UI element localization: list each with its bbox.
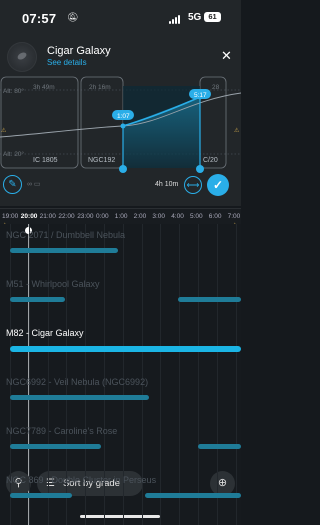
visibility-bar[interactable]	[9, 444, 102, 449]
target-name[interactable]: NGC6992 - Veil Nebula (NGC6992)	[6, 377, 148, 387]
bell-icon: 🔕︎	[67, 12, 79, 22]
start-handle	[119, 165, 127, 173]
hour-label: 22:00	[58, 213, 75, 220]
target-name[interactable]: M51 - Whirlpool Galaxy	[6, 279, 100, 289]
hour-gridline	[235, 224, 237, 525]
hour-label: 7:00	[227, 213, 241, 220]
target-title: Cigar Galaxy	[47, 45, 111, 57]
selected-duration: 4h 10m	[155, 181, 179, 188]
time-axis: 19:00 20:00 21:00 22:00 23:00 0:00 1:00 2:00 3:0…	[0, 208, 241, 225]
svg-text:⚠: ⚠	[234, 127, 240, 134]
visibility-bar[interactable]	[9, 493, 73, 498]
hour-label: 21:00	[39, 213, 56, 220]
network-label: 5G	[188, 12, 202, 23]
target-name[interactable]: NGC 869 - Double Cluster in Perseus	[6, 475, 156, 485]
status-time: 07:57	[22, 11, 57, 26]
svg-text:3h 49m: 3h 49m	[33, 84, 55, 91]
svg-text:1:07: 1:07	[117, 113, 130, 120]
hour-label: 4:00	[171, 213, 184, 220]
hour-gridline	[160, 224, 162, 525]
home-indicator	[80, 515, 160, 518]
svg-text:5:17: 5:17	[194, 92, 207, 99]
close-icon[interactable]: ✕	[221, 49, 232, 62]
svg-text:28: 28	[212, 84, 220, 91]
altitude-chart[interactable]: ⚠ ⚠ 3h 49m 2h 16m 28 Alt: 80° Alt: 20° I…	[0, 76, 241, 176]
galaxy-avatar-icon[interactable]	[7, 42, 37, 72]
hour-gridline	[216, 224, 218, 525]
svg-text:IC 1805: IC 1805	[33, 157, 58, 164]
visibility-bar[interactable]	[9, 346, 241, 352]
hour-label: 0:00	[96, 213, 109, 220]
end-handle	[196, 165, 204, 173]
target-name[interactable]: M82 - Cigar Galaxy	[6, 328, 84, 338]
svg-text:Alt: 20°: Alt: 20°	[3, 150, 24, 158]
hour-label: 1:00	[114, 213, 128, 220]
hour-label: 19:00	[2, 213, 19, 220]
svg-text:Alt: 80°: Alt: 80°	[3, 87, 24, 95]
battery-icon: 61	[204, 12, 221, 22]
visibility-bar[interactable]	[144, 493, 241, 498]
signal-icon	[169, 14, 183, 24]
target-name[interactable]: NGC 2071 / Dumbbell Nebula	[6, 230, 125, 240]
svg-text:C/20: C/20	[203, 157, 218, 164]
visibility-bar[interactable]	[197, 444, 241, 449]
visibility-bar[interactable]	[9, 395, 150, 400]
svg-text:2h 16m: 2h 16m	[89, 84, 111, 91]
see-details-link[interactable]: See details	[47, 58, 87, 67]
hour-label: 5:00	[190, 213, 203, 220]
visibility-bar[interactable]	[178, 297, 241, 302]
edit-icon[interactable]: ✎	[3, 175, 22, 194]
confirm-check-icon[interactable]: ✓	[207, 174, 229, 196]
visibility-bar[interactable]	[9, 297, 66, 302]
svg-text:NGC192: NGC192	[88, 157, 115, 164]
hour-gridline	[198, 224, 199, 525]
visibility-bar[interactable]	[9, 248, 119, 253]
target-name[interactable]: NGC7789 - Caroline's Rose	[6, 426, 117, 436]
hour-gridline	[179, 224, 181, 525]
hour-label: 6:00	[208, 213, 222, 220]
svg-text:⚠: ⚠	[1, 127, 7, 134]
hour-label: 2:00	[133, 213, 147, 220]
hour-label: 20:00	[20, 213, 38, 220]
hour-label: 23:00	[77, 213, 94, 220]
hour-label: 3:00	[152, 213, 166, 220]
display-mode-icon: ∞ ▭	[27, 181, 41, 188]
swap-arrows-icon[interactable]: ⟷	[184, 176, 202, 194]
